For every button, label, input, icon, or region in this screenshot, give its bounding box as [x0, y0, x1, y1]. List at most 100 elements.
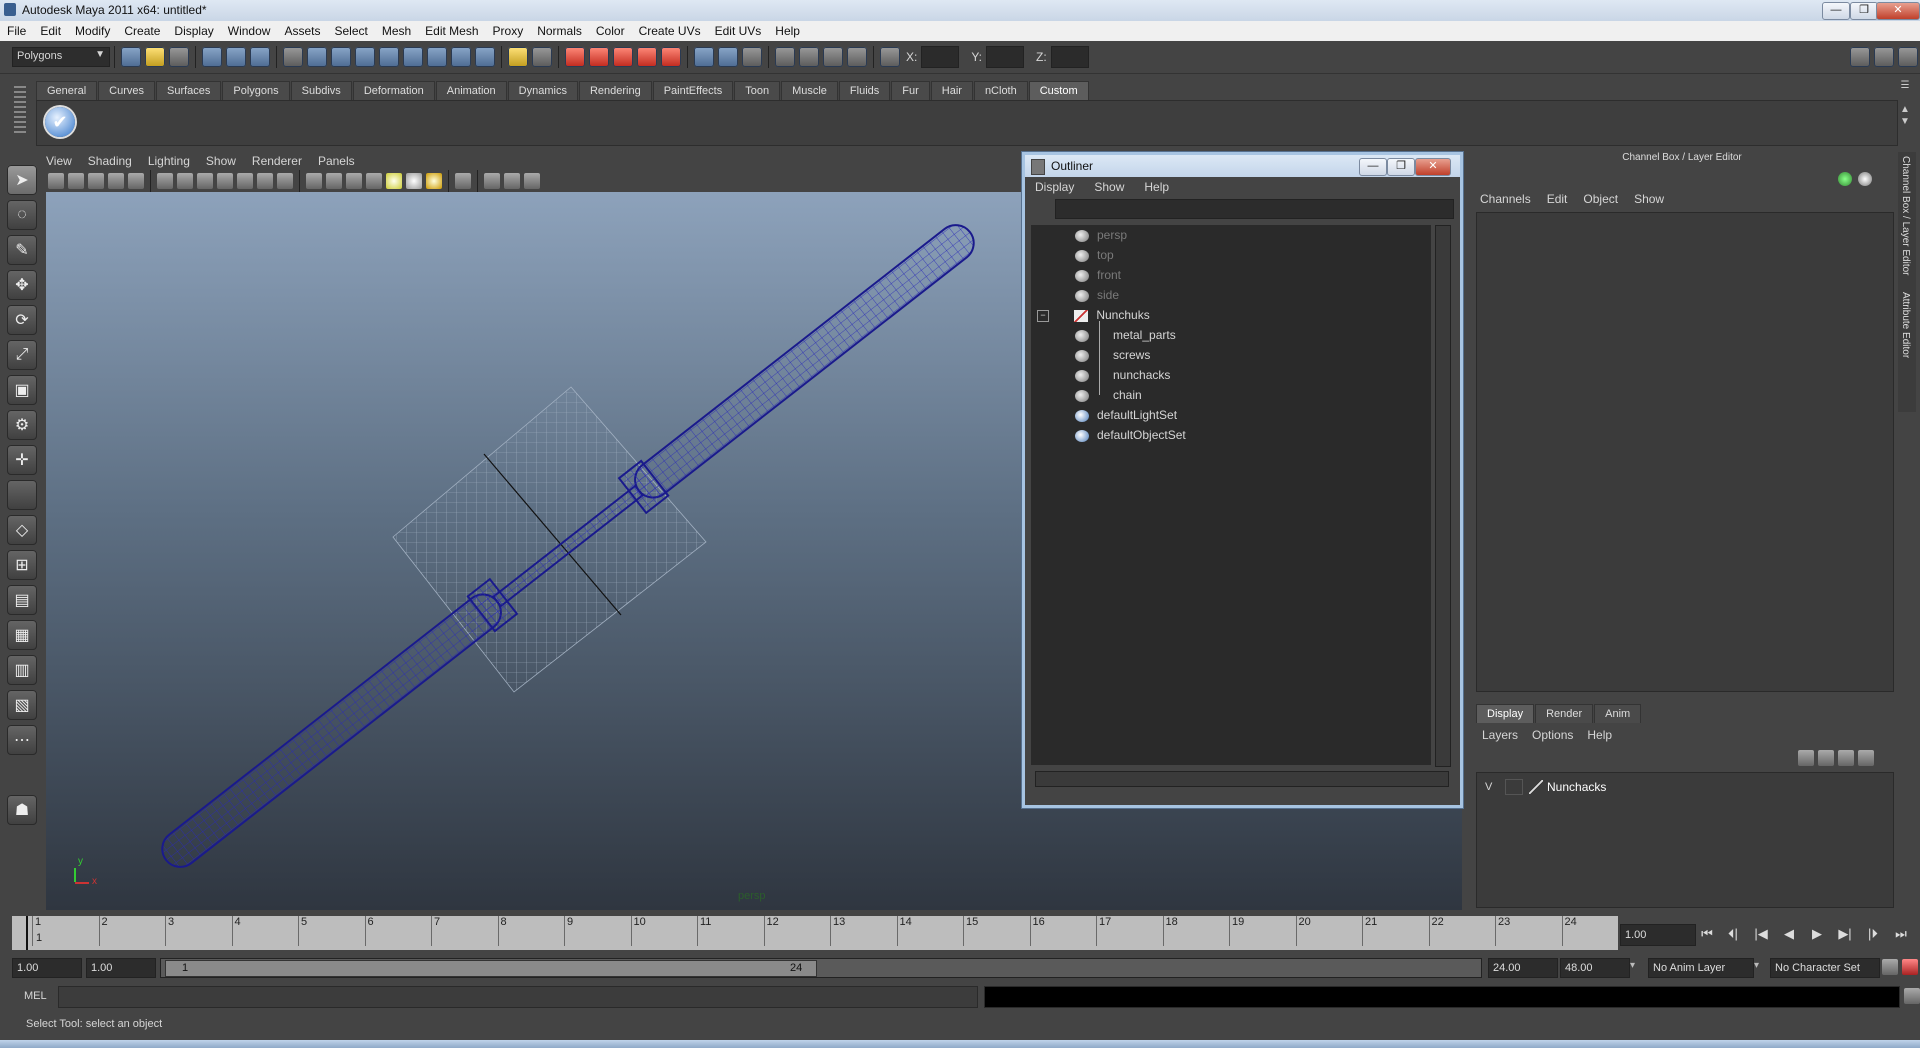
chevron-down-icon[interactable]: ▾: [1754, 960, 1759, 971]
layer-editor-menu-layers[interactable]: Layers: [1482, 728, 1518, 742]
select-component-icon[interactable]: [250, 47, 270, 67]
script-editor-icon[interactable]: [1904, 988, 1920, 1004]
shelf-tab-fluids[interactable]: Fluids: [838, 80, 891, 100]
universal-manipulator-icon[interactable]: ▣: [7, 375, 37, 405]
render-frame-icon[interactable]: [799, 47, 819, 67]
current-frame-field[interactable]: 1.00: [1620, 924, 1696, 946]
xray-icon[interactable]: [484, 173, 500, 189]
show-hide-attribute-editor-icon[interactable]: [1850, 47, 1870, 67]
time-slider[interactable]: 1 1 2 3 4 5 6 7 8 9 10 11 12 13 14 15 16…: [12, 916, 1618, 950]
smooth-shade-icon[interactable]: [326, 173, 342, 189]
collapse-toggle-icon[interactable]: −: [1037, 309, 1049, 322]
shelf-scroll-arrows-icon[interactable]: ▲ ▼: [1898, 104, 1912, 140]
step-forward-frame-button[interactable]: ▶|: [1834, 924, 1856, 944]
snap-grid-icon[interactable]: [565, 47, 585, 67]
menu-mesh[interactable]: Mesh: [375, 21, 418, 41]
menu-file[interactable]: File: [0, 21, 33, 41]
hide-channel-box-icon[interactable]: [1838, 172, 1852, 186]
menu-create-uvs[interactable]: Create UVs: [632, 21, 708, 41]
menu-create[interactable]: Create: [117, 21, 167, 41]
x-field[interactable]: [921, 46, 960, 68]
shelf-tab-dynamics[interactable]: Dynamics: [507, 80, 578, 100]
shelf-tab-hair[interactable]: Hair: [930, 80, 973, 100]
viewport-menu-shading[interactable]: Shading: [88, 154, 132, 168]
step-back-key-button[interactable]: ⏴|: [1722, 924, 1744, 944]
outliner-title-bar[interactable]: Outliner — ❐ ✕: [1025, 155, 1460, 177]
output-ops-icon[interactable]: [718, 47, 738, 67]
four-view-layout-icon[interactable]: ⊞: [7, 550, 37, 580]
render-settings-icon[interactable]: [847, 47, 867, 67]
shelf-tab-fur[interactable]: Fur: [891, 80, 930, 100]
select-tool-icon[interactable]: ➤: [7, 165, 37, 195]
layer-name[interactable]: Nunchacks: [1547, 780, 1606, 794]
shelf-tab-ncloth[interactable]: nCloth: [973, 80, 1028, 100]
channel-box-menu-channels[interactable]: Channels: [1480, 192, 1531, 206]
lock-selection-icon[interactable]: [508, 47, 528, 67]
persp-graph-layout-icon[interactable]: ▦: [7, 620, 37, 650]
select-misc-icon[interactable]: [475, 47, 495, 67]
hypershade-layout-icon[interactable]: ▥: [7, 655, 37, 685]
shelf-tab-deformation[interactable]: Deformation: [352, 80, 435, 100]
backface-culling-icon[interactable]: [524, 173, 540, 189]
outliner-vertical-scrollbar[interactable]: [1435, 225, 1451, 767]
grid-icon[interactable]: [157, 173, 173, 189]
shelf-tab-curves[interactable]: Curves: [98, 80, 155, 100]
safe-action-icon[interactable]: [257, 173, 273, 189]
shelf-tab-subdivs[interactable]: Subdivs: [290, 80, 352, 100]
bookmarks-icon[interactable]: [88, 173, 104, 189]
go-to-end-button[interactable]: ⏭: [1890, 924, 1912, 944]
xray-joints-icon[interactable]: [504, 173, 520, 189]
menu-select[interactable]: Select: [327, 21, 374, 41]
list-item[interactable]: defaultLightSet: [1075, 405, 1177, 425]
outliner-maximize-button[interactable]: ❐: [1387, 158, 1415, 176]
highlight-selection-icon[interactable]: [532, 47, 552, 67]
field-chart-icon[interactable]: [237, 173, 253, 189]
animation-preferences-icon[interactable]: [1902, 959, 1918, 975]
list-item[interactable]: − Nunchuks: [1037, 305, 1150, 325]
close-button[interactable]: ✕: [1876, 2, 1920, 20]
tab-display[interactable]: Display: [1476, 703, 1535, 723]
last-tool-icon[interactable]: [7, 480, 37, 510]
save-scene-icon[interactable]: [169, 47, 189, 67]
use-default-light-icon[interactable]: [386, 173, 402, 189]
menu-edit-uvs[interactable]: Edit UVs: [708, 21, 769, 41]
auto-key-icon[interactable]: [1882, 959, 1898, 975]
input-ops-icon[interactable]: [694, 47, 714, 67]
menu-display[interactable]: Display: [167, 21, 220, 41]
select-dynamics-icon[interactable]: [427, 47, 447, 67]
range-slider-handle[interactable]: 1 24: [165, 960, 817, 977]
list-item[interactable]: top: [1075, 245, 1114, 265]
settings-icon[interactable]: ☰: [1898, 80, 1912, 100]
playback-end-field[interactable]: 24.00: [1488, 958, 1558, 978]
select-handles-icon[interactable]: [307, 47, 327, 67]
shelf-tab-toon[interactable]: Toon: [734, 80, 781, 100]
wireframe-icon[interactable]: [306, 173, 322, 189]
channel-box-menu-show[interactable]: Show: [1634, 192, 1664, 206]
shelf-tab-animation[interactable]: Animation: [435, 80, 507, 100]
end-time-field[interactable]: 48.00: [1560, 958, 1630, 978]
paint-select-tool-icon[interactable]: ✎: [7, 235, 37, 265]
lasso-tool-icon[interactable]: ◌: [7, 200, 37, 230]
persp-outliner-layout-icon[interactable]: ▤: [7, 585, 37, 615]
tab-anim[interactable]: Anim: [1594, 703, 1642, 723]
y-field[interactable]: [986, 46, 1025, 68]
camera-select-icon[interactable]: [48, 173, 64, 189]
transform-field-icon[interactable]: [880, 47, 900, 67]
move-layer-up-icon[interactable]: [1798, 750, 1814, 766]
menu-assets[interactable]: Assets: [277, 21, 327, 41]
single-perspective-layout-icon[interactable]: ◇: [7, 515, 37, 545]
command-input[interactable]: [58, 986, 978, 1008]
new-layer-selected-icon[interactable]: [1858, 750, 1874, 766]
step-back-frame-button[interactable]: |◀: [1750, 924, 1772, 944]
current-time-marker[interactable]: [26, 916, 28, 950]
mode-select[interactable]: Polygons ▼: [12, 47, 110, 67]
tab-render[interactable]: Render: [1535, 703, 1594, 723]
camera-attributes-icon[interactable]: [68, 173, 84, 189]
two-d-pan-zoom-icon[interactable]: [128, 173, 144, 189]
outliner-menu-show[interactable]: Show: [1084, 177, 1134, 197]
minimize-button[interactable]: —: [1822, 2, 1850, 20]
shelf-tab-polygons[interactable]: Polygons: [222, 80, 290, 100]
play-forwards-button[interactable]: ▶: [1806, 924, 1828, 944]
outliner-menu-display[interactable]: Display: [1025, 177, 1084, 197]
playback-start-field[interactable]: 1.00: [86, 958, 156, 978]
